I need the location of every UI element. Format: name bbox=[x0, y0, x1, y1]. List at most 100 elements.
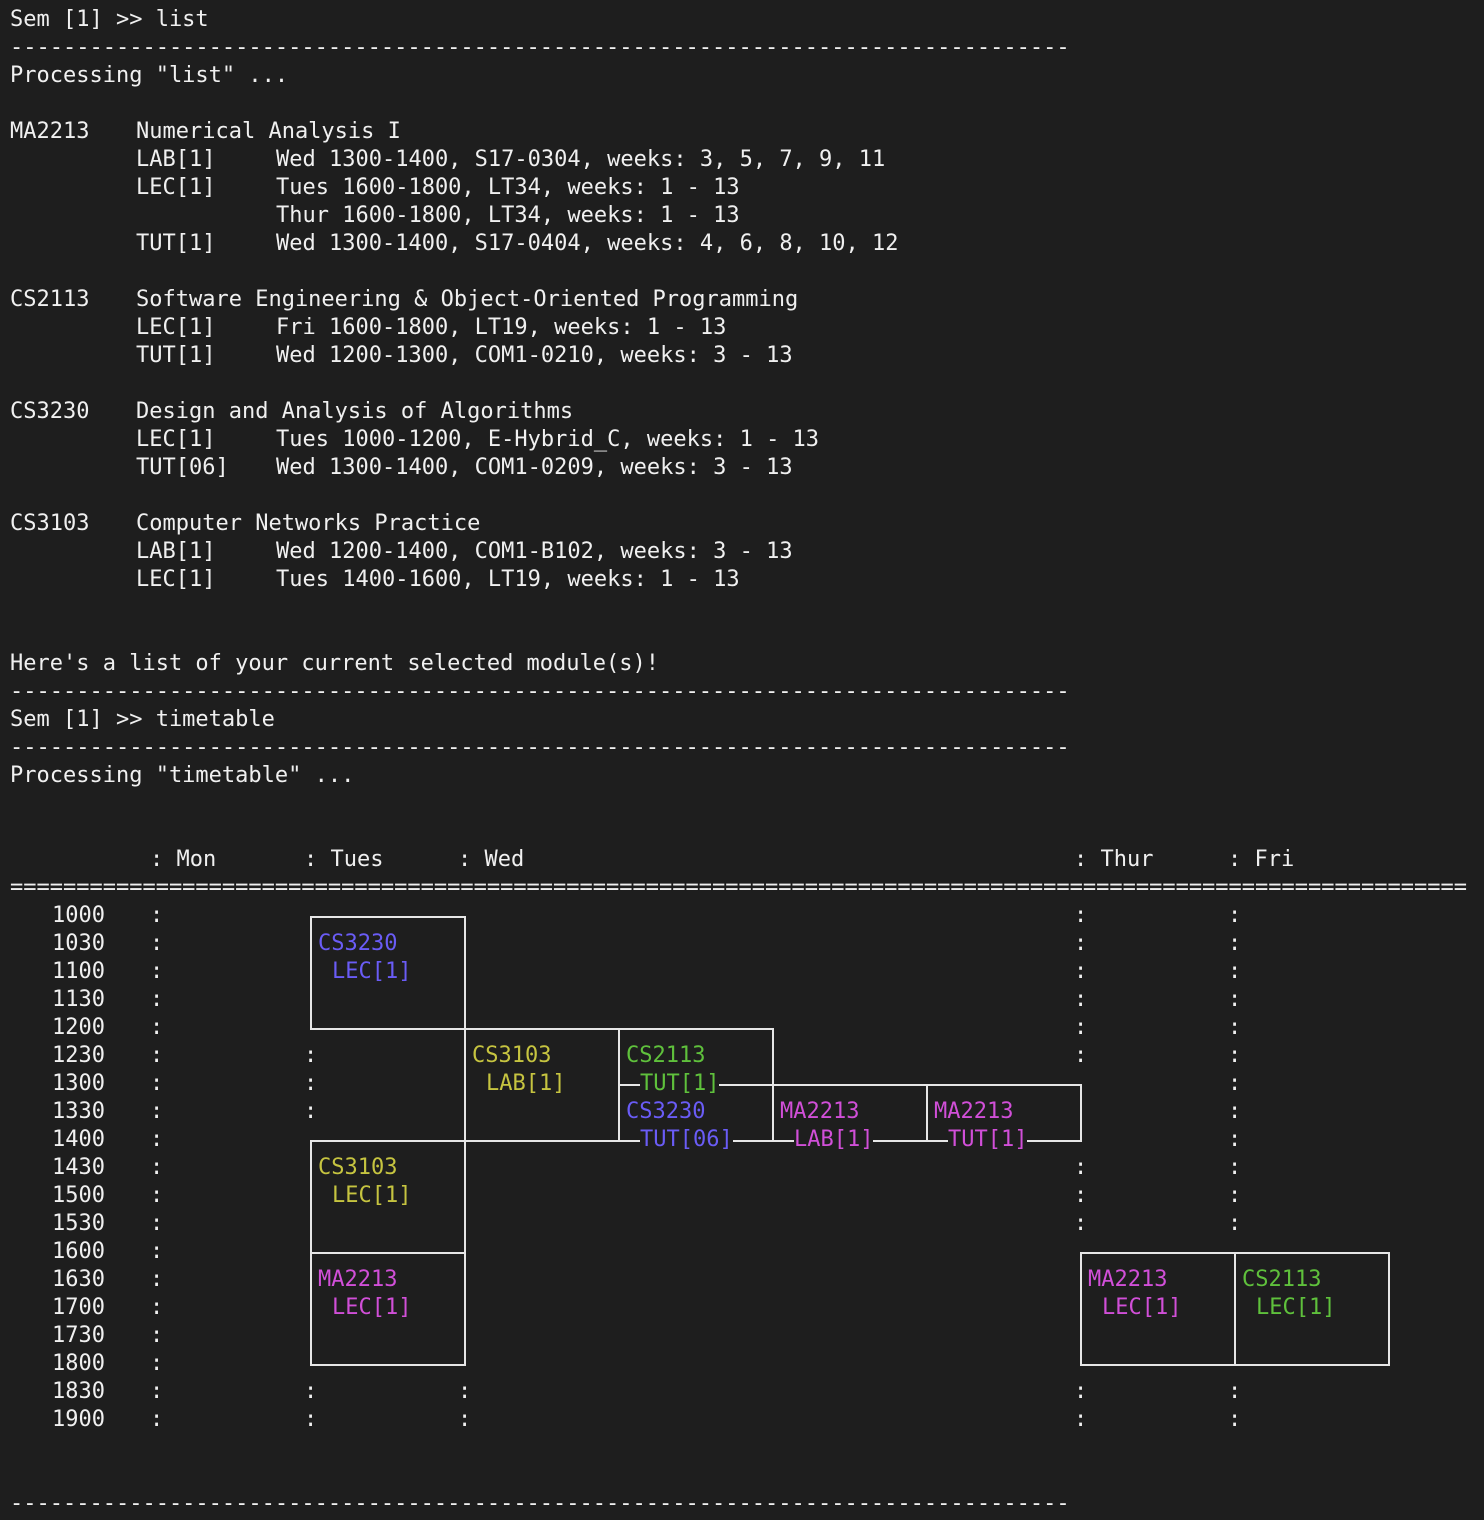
time-label: 1230 bbox=[52, 1043, 105, 1068]
command-prompt-timetable: Sem [1] >> timetable bbox=[10, 707, 275, 732]
slot-type: TUT[1] bbox=[136, 231, 216, 256]
module-title: Numerical Analysis I bbox=[136, 119, 401, 144]
event-module: MA2213 bbox=[318, 1267, 398, 1292]
event-module: CS3103 bbox=[472, 1043, 552, 1068]
time-label: 1030 bbox=[52, 931, 105, 956]
slot-detail: Tues 1000-1200, E-Hybrid_C, weeks: 1 - 1… bbox=[276, 427, 820, 452]
column-colon: : bbox=[150, 1155, 164, 1180]
slot-detail: Tues 1400-1600, LT19, weeks: 1 - 13 bbox=[276, 567, 740, 592]
time-label: 1800 bbox=[52, 1351, 105, 1376]
column-colon: : bbox=[304, 1099, 318, 1124]
module-title: Software Engineering & Object-Oriented P… bbox=[136, 287, 799, 312]
column-colon: : bbox=[1074, 1211, 1088, 1236]
column-colon: : bbox=[150, 1351, 164, 1376]
event-slot: LEC[1] bbox=[1102, 1295, 1182, 1320]
column-colon: : bbox=[150, 1071, 164, 1096]
time-label: 1600 bbox=[52, 1239, 105, 1264]
slot-type: LEC[1] bbox=[136, 567, 216, 592]
column-colon: : bbox=[150, 903, 164, 928]
event-module: CS3230 bbox=[318, 931, 398, 956]
time-label: 1330 bbox=[52, 1099, 105, 1124]
slot-type: TUT[06] bbox=[136, 455, 229, 480]
slot-detail: Thur 1600-1800, LT34, weeks: 1 - 13 bbox=[276, 203, 740, 228]
event-slot: TUT[06] bbox=[640, 1126, 733, 1154]
column-colon: : bbox=[1228, 931, 1242, 956]
slot-detail: Wed 1300-1400, COM1-0209, weeks: 3 - 13 bbox=[276, 455, 793, 480]
time-label: 1630 bbox=[52, 1267, 105, 1292]
column-colon: : bbox=[458, 1407, 472, 1432]
column-colon: : bbox=[150, 1407, 164, 1432]
command-prompt-list: Sem [1] >> list bbox=[10, 7, 209, 32]
column-colon: : bbox=[304, 1407, 318, 1432]
time-label: 1400 bbox=[52, 1127, 105, 1152]
time-label: 1130 bbox=[52, 987, 105, 1012]
terminal-window: Sem [1] >> list ------------------------… bbox=[0, 0, 1484, 1520]
column-colon: : bbox=[150, 1127, 164, 1152]
event-slot: LEC[1] bbox=[1256, 1295, 1336, 1320]
column-colon: : bbox=[150, 1043, 164, 1068]
column-colon: : bbox=[1074, 1407, 1088, 1432]
column-colon: : bbox=[1228, 959, 1242, 984]
module-code: CS2113 bbox=[10, 287, 90, 312]
event-module: MA2213 bbox=[1088, 1267, 1168, 1292]
header-separator: ========================================… bbox=[10, 875, 1467, 900]
module-code: CS3103 bbox=[10, 511, 90, 536]
slot-detail: Wed 1300-1400, S17-0404, weeks: 4, 6, 8,… bbox=[276, 231, 899, 256]
column-colon: : bbox=[1074, 1155, 1088, 1180]
column-colon: : bbox=[1074, 987, 1088, 1012]
slot-type: LAB[1] bbox=[136, 147, 216, 172]
time-label: 1530 bbox=[52, 1211, 105, 1236]
slot-detail: Fri 1600-1800, LT19, weeks: 1 - 13 bbox=[276, 315, 727, 340]
column-colon: : bbox=[1228, 903, 1242, 928]
day-header-wed: : Wed bbox=[458, 847, 525, 872]
column-colon: : bbox=[1228, 1099, 1242, 1124]
column-colon: : bbox=[150, 1183, 164, 1208]
time-label: 1100 bbox=[52, 959, 105, 984]
slot-type: TUT[1] bbox=[136, 343, 216, 368]
list-summary: Here's a list of your current selected m… bbox=[10, 651, 660, 676]
event-module: MA2213 bbox=[934, 1099, 1014, 1124]
separator: ----------------------------------------… bbox=[10, 735, 1070, 760]
column-colon: : bbox=[1228, 1211, 1242, 1236]
time-label: 1500 bbox=[52, 1183, 105, 1208]
column-colon: : bbox=[1228, 987, 1242, 1012]
module-title: Design and Analysis of Algorithms bbox=[136, 399, 574, 424]
column-colon: : bbox=[1228, 1183, 1242, 1208]
column-colon: : bbox=[304, 1043, 318, 1068]
event-module: CS3103 bbox=[318, 1155, 398, 1180]
column-colon: : bbox=[1074, 931, 1088, 956]
separator: ----------------------------------------… bbox=[10, 35, 1070, 60]
processing-message: Processing "timetable" ... bbox=[10, 763, 355, 788]
slot-type: LAB[1] bbox=[136, 539, 216, 564]
column-colon: : bbox=[1074, 1015, 1088, 1040]
event-slot: LEC[1] bbox=[332, 1295, 412, 1320]
event-slot: LEC[1] bbox=[332, 959, 412, 984]
time-label: 1700 bbox=[52, 1295, 105, 1320]
column-colon: : bbox=[150, 1295, 164, 1320]
column-colon: : bbox=[150, 1211, 164, 1236]
day-header-tues: : Tues bbox=[304, 847, 384, 872]
column-colon: : bbox=[150, 931, 164, 956]
event-module: CS2113 bbox=[626, 1043, 706, 1068]
event-module: CS3230 bbox=[626, 1099, 706, 1124]
slot-detail: Wed 1200-1300, COM1-0210, weeks: 3 - 13 bbox=[276, 343, 793, 368]
column-colon: : bbox=[1228, 1127, 1242, 1152]
column-colon: : bbox=[1228, 1155, 1242, 1180]
column-colon: : bbox=[304, 1071, 318, 1096]
separator: ----------------------------------------… bbox=[10, 679, 1070, 704]
event-slot: LEC[1] bbox=[332, 1183, 412, 1208]
column-colon: : bbox=[150, 959, 164, 984]
column-colon: : bbox=[150, 1267, 164, 1292]
column-colon: : bbox=[150, 1323, 164, 1348]
column-colon: : bbox=[1228, 1071, 1242, 1096]
day-header-thur: : Thur bbox=[1074, 847, 1154, 872]
column-colon: : bbox=[1228, 1043, 1242, 1068]
column-colon: : bbox=[1074, 1043, 1088, 1068]
column-colon: : bbox=[1228, 1015, 1242, 1040]
column-colon: : bbox=[150, 1379, 164, 1404]
module-title: Computer Networks Practice bbox=[136, 511, 481, 536]
event-slot: LAB[1] bbox=[486, 1071, 566, 1096]
slot-detail: Wed 1300-1400, S17-0304, weeks: 3, 5, 7,… bbox=[276, 147, 886, 172]
day-header-mon: : Mon bbox=[150, 847, 217, 872]
module-code: CS3230 bbox=[10, 399, 90, 424]
